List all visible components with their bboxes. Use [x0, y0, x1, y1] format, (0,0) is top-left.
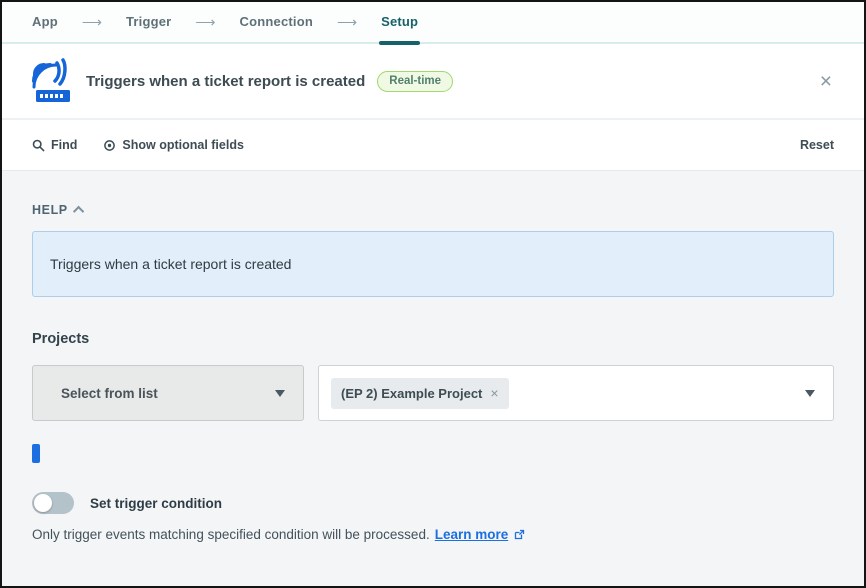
projects-field-row: Select from list (EP 2) Example Project … — [32, 365, 834, 421]
dialog-title: Triggers when a ticket report is created — [86, 73, 365, 90]
help-text: Triggers when a ticket report is created — [50, 256, 291, 272]
projects-field-label: Projects — [32, 331, 834, 347]
trigger-condition-description: Only trigger events matching specified c… — [32, 527, 834, 542]
set-trigger-condition-label: Set trigger condition — [90, 496, 222, 511]
external-link-icon — [514, 529, 525, 540]
remove-tag-icon[interactable]: × — [490, 386, 498, 400]
reset-button[interactable]: Reset — [800, 138, 834, 152]
breadcrumb-arrow-icon: ⟶ — [82, 14, 102, 31]
search-icon — [32, 139, 45, 152]
chevron-up-icon — [73, 206, 84, 217]
trigger-condition-description-text: Only trigger events matching specified c… — [32, 527, 430, 542]
fields-toolbar: Find Show optional fields Reset — [2, 120, 864, 170]
show-optional-fields-button[interactable]: Show optional fields — [103, 138, 244, 152]
reset-label: Reset — [800, 138, 834, 152]
help-label: HELP — [32, 203, 68, 217]
text-cursor — [32, 444, 40, 463]
dialog-header: Triggers when a ticket report is created… — [2, 44, 864, 120]
trigger-condition-row: Set trigger condition — [32, 492, 834, 514]
help-info-box: Triggers when a ticket report is created — [32, 231, 834, 297]
breadcrumb-step-trigger[interactable]: Trigger — [126, 2, 171, 43]
app-logo-icon — [30, 57, 72, 105]
chevron-down-icon — [805, 390, 815, 397]
chevron-down-icon — [275, 390, 285, 397]
find-button[interactable]: Find — [32, 138, 77, 152]
close-icon[interactable]: × — [816, 69, 836, 94]
selected-project-tag: (EP 2) Example Project × — [331, 378, 509, 409]
projects-source-dropdown-value: Select from list — [61, 386, 158, 401]
setup-form: HELP Triggers when a ticket report is cr… — [2, 170, 864, 588]
breadcrumb-step-connection[interactable]: Connection — [240, 2, 314, 43]
set-trigger-condition-toggle[interactable] — [32, 492, 74, 514]
breadcrumb-step-setup[interactable]: Setup — [381, 2, 418, 43]
breadcrumb-arrow-icon: ⟶ — [195, 14, 215, 31]
selected-project-tag-label: (EP 2) Example Project — [341, 386, 482, 401]
show-optional-fields-label: Show optional fields — [122, 138, 244, 152]
projects-value-dropdown[interactable]: (EP 2) Example Project × — [318, 365, 834, 421]
breadcrumb-arrow-icon: ⟶ — [337, 14, 357, 31]
help-section-toggle[interactable]: HELP — [32, 203, 84, 217]
breadcrumb: App ⟶ Trigger ⟶ Connection ⟶ Setup — [2, 2, 864, 44]
realtime-badge: Real-time — [377, 71, 453, 92]
toggle-knob — [34, 494, 52, 512]
find-label: Find — [51, 138, 77, 152]
trigger-setup-dialog: App ⟶ Trigger ⟶ Connection ⟶ Setup — [0, 0, 866, 588]
eye-icon — [103, 139, 116, 152]
learn-more-link[interactable]: Learn more — [435, 527, 509, 542]
breadcrumb-step-app[interactable]: App — [32, 2, 58, 43]
projects-source-dropdown[interactable]: Select from list — [32, 365, 304, 421]
